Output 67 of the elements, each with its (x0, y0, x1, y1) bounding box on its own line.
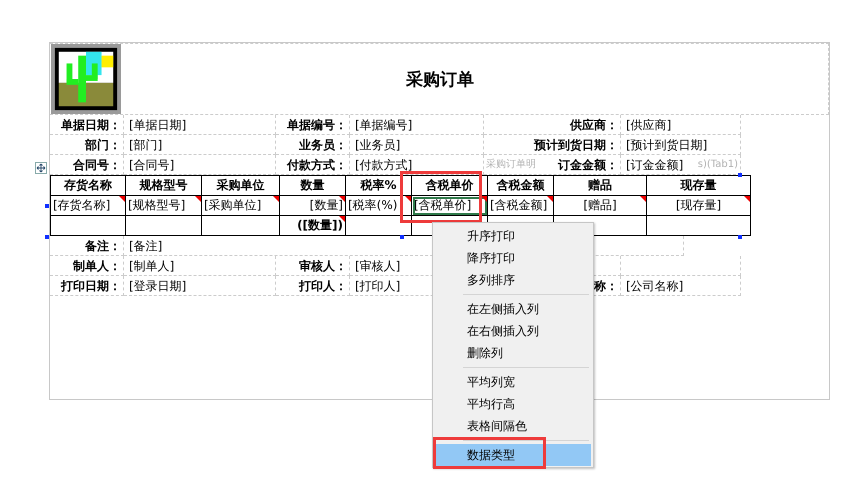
table-cell[interactable] (646, 216, 750, 236)
selection-handle[interactable] (45, 235, 49, 239)
column-header[interactable]: 存货名称 (50, 176, 126, 196)
field-value: [制单人] (124, 256, 276, 276)
move-handle-icon[interactable] (35, 162, 47, 174)
menu-item[interactable]: 在左侧插入列 (435, 298, 591, 320)
menu-item[interactable]: 在右侧插入列 (435, 320, 591, 342)
column-header[interactable]: 赠品 (554, 176, 646, 196)
table-cell[interactable]: [采购单位] (202, 196, 280, 216)
table-cell[interactable] (126, 216, 202, 236)
field-label: 预计到货日期： (484, 135, 621, 155)
table-cell[interactable] (346, 216, 412, 236)
selection-handle[interactable] (45, 204, 49, 208)
field-label: 打印人： (276, 276, 350, 296)
menu-item[interactable]: 平均行高 (435, 393, 591, 415)
table-cell[interactable]: [存货名称] (50, 196, 126, 216)
field-label: 单据日期： (50, 115, 124, 135)
field-value: [登录日期] (124, 276, 276, 296)
column-header[interactable]: 税率% (346, 176, 412, 196)
column-header[interactable]: 采购单位 (202, 176, 280, 196)
field-label: 业务员： (276, 135, 350, 155)
table-cell[interactable]: ([数量]) (280, 216, 346, 236)
field-value: [合同号] (124, 155, 276, 175)
table-cell[interactable]: [含税金额] (488, 196, 554, 216)
menu-item[interactable]: 平均列宽 (435, 371, 591, 393)
table-cell[interactable] (202, 216, 280, 236)
table-cell[interactable]: [税率(%) (346, 196, 412, 216)
column-header[interactable]: 现存量 (646, 176, 750, 196)
field-label: 订金金额： (558, 156, 618, 174)
column-header[interactable]: 含税金额 (488, 176, 554, 196)
report-title: 采购订单 (405, 68, 475, 90)
selection-handle[interactable] (738, 173, 742, 177)
cactus-icon (50, 44, 122, 114)
selection-handle[interactable] (738, 235, 742, 239)
menu-item[interactable]: 删除列 (435, 342, 591, 364)
field-label: 供应商： (484, 115, 621, 135)
field-value: [单据编号] (350, 115, 484, 135)
field-value: [业务员] (350, 135, 484, 155)
field-value: [部门] (124, 135, 276, 155)
field-label: 备注： (50, 236, 124, 256)
field-value: [付款方式] (350, 155, 484, 175)
field-value: [单据日期] (124, 115, 276, 135)
field-value: [预计到货日期] (621, 135, 741, 155)
field-label: 付款方式： (276, 155, 350, 175)
field-label: 打印日期： (50, 276, 124, 296)
column-header[interactable]: 含税单价 (412, 176, 488, 196)
column-header[interactable]: 规格型号 (126, 176, 202, 196)
column-header[interactable]: 数量 (280, 176, 346, 196)
selection-handle[interactable] (400, 235, 404, 239)
menu-item[interactable]: 表格间隔色 (435, 415, 591, 437)
field-value: [公司名称] (621, 276, 741, 296)
field-label: 部门： (50, 135, 124, 155)
table-cell[interactable]: [数量] (280, 196, 346, 216)
field-value: [供应商] (621, 115, 741, 135)
table-caption: s)(Tab1) (698, 158, 738, 172)
field-label: 制单人： (50, 256, 124, 276)
table-cell[interactable]: [现存量] (646, 196, 750, 216)
table-cell[interactable] (50, 216, 126, 236)
field-label: 合同号： (50, 155, 124, 175)
table-caption: 采购订单明 (486, 158, 536, 172)
table-cell[interactable]: [规格型号] (126, 196, 202, 216)
menu-item[interactable]: 数据类型 (435, 444, 591, 466)
field-label: 单据编号： (276, 115, 350, 135)
table-cell[interactable]: [含税单价] (412, 196, 488, 216)
field-value: [订金金额] (626, 156, 684, 174)
table-cell[interactable]: [赠品] (554, 196, 646, 216)
field-label: 审核人： (276, 256, 350, 276)
